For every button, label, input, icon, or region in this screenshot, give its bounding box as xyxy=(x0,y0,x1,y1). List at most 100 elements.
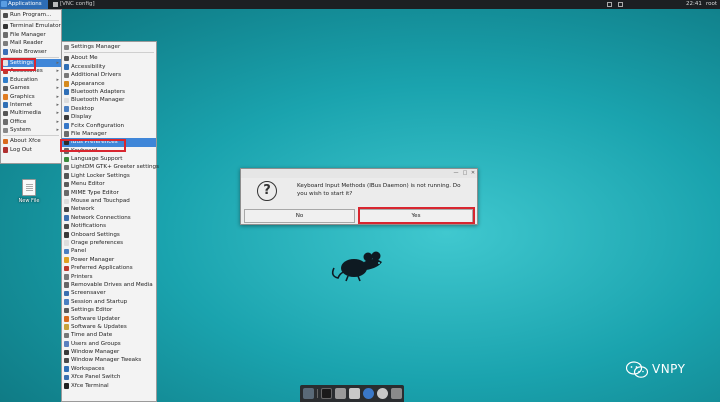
settings-item-xfce-terminal[interactable]: Xfce Terminal xyxy=(62,382,156,390)
home-icon[interactable] xyxy=(349,388,360,399)
web-browser-icon[interactable] xyxy=(363,388,374,399)
settings-item-menu-editor[interactable]: Menu Editor xyxy=(62,180,156,188)
workspace-switcher-icon[interactable] xyxy=(607,2,612,7)
network-icon[interactable] xyxy=(618,2,623,7)
menu-item-terminal-emulator[interactable]: Terminal Emulator xyxy=(1,22,61,30)
settings-item-accessibility[interactable]: Accessibility xyxy=(62,63,156,71)
settings-item-mime-type-editor[interactable]: MIME Type Editor xyxy=(62,189,156,197)
settings-item-orage-preferences[interactable]: Orage preferences xyxy=(62,239,156,247)
settings-item-settings-editor[interactable]: Settings Editor xyxy=(62,306,156,314)
question-icon: ? xyxy=(257,181,277,201)
menu-item-web-browser[interactable]: Web Browser xyxy=(1,48,61,56)
settings-item-icon xyxy=(63,72,69,79)
settings-item-time-and-date[interactable]: Time and Date xyxy=(62,331,156,339)
dialog-titlebar[interactable]: — □ ✕ xyxy=(241,169,477,178)
settings-item-workspaces[interactable]: Workspaces xyxy=(62,365,156,373)
close-icon[interactable]: ✕ xyxy=(470,170,476,176)
menu-item-log-out[interactable]: Log Out xyxy=(1,146,61,154)
run-icon xyxy=(2,12,8,18)
settings-item-software-updater[interactable]: Software Updater xyxy=(62,315,156,323)
menu-item-graphics[interactable]: Graphics ▸ xyxy=(1,93,61,101)
menu-item-internet[interactable]: Internet ▸ xyxy=(1,101,61,109)
user-menu[interactable]: root xyxy=(706,0,717,9)
search-icon[interactable] xyxy=(377,388,388,399)
menu-item-games[interactable]: Games ▸ xyxy=(1,84,61,92)
settings-item-language-support[interactable]: Language Support xyxy=(62,155,156,163)
desktop-file-icon[interactable]: New File xyxy=(14,179,44,204)
menu-item-settings-manager[interactable]: Settings Manager xyxy=(62,43,156,51)
about-icon xyxy=(2,138,8,145)
show-desktop-icon[interactable] xyxy=(303,388,314,399)
settings-item-preferred-applications[interactable]: Preferred Applications xyxy=(62,264,156,272)
menu-item-office[interactable]: Office ▸ xyxy=(1,118,61,126)
menu-item-label: Xfce Panel Switch xyxy=(71,374,121,381)
taskbar-item-vnc-config[interactable]: [VNC config] xyxy=(52,0,95,9)
maximize-icon[interactable]: □ xyxy=(462,170,468,176)
terminal-icon[interactable] xyxy=(321,388,332,399)
settings-item-file-manager[interactable]: File Manager xyxy=(62,130,156,138)
settings-item-icon xyxy=(63,282,69,288)
settings-item-network[interactable]: Network xyxy=(62,205,156,213)
settings-item-bluetooth-adapters[interactable]: Bluetooth Adapters xyxy=(62,88,156,96)
minimize-icon[interactable]: — xyxy=(453,170,459,176)
settings-item-desktop[interactable]: Desktop xyxy=(62,105,156,113)
menu-item-label: Internet xyxy=(10,101,33,108)
settings-item-display[interactable]: Display xyxy=(62,113,156,121)
menu-item-label: Session and Startup xyxy=(71,298,128,305)
settings-item-users-and-groups[interactable]: Users and Groups xyxy=(62,340,156,348)
menu-item-label: Xfce Terminal xyxy=(71,382,109,389)
globe-icon xyxy=(2,49,8,55)
menu-item-label: Education xyxy=(10,76,38,83)
menu-item-label: Multimedia xyxy=(10,110,42,117)
settings-item-software-updates[interactable]: Software & Updates xyxy=(62,323,156,331)
settings-item-window-manager-tweaks[interactable]: Window Manager Tweaks xyxy=(62,356,156,364)
submenu-arrow-icon: ▸ xyxy=(56,76,59,83)
menu-item-label: Additional Drivers xyxy=(71,72,121,79)
menu-item-mail-reader[interactable]: Mail Reader xyxy=(1,39,61,47)
menu-item-label: File Manager xyxy=(10,31,46,38)
settings-item-about-me[interactable]: About Me xyxy=(62,54,156,62)
menu-item-run-program[interactable]: Run Program... xyxy=(1,11,61,19)
settings-item-light-locker-settings[interactable]: Light Locker Settings xyxy=(62,172,156,180)
settings-item-window-manager[interactable]: Window Manager xyxy=(62,348,156,356)
window-icon xyxy=(53,2,58,7)
menu-item-file-manager[interactable]: File Manager xyxy=(1,31,61,39)
menu-item-system[interactable]: System ▸ xyxy=(1,126,61,134)
settings-item-icon xyxy=(63,64,69,70)
settings-item-notifications[interactable]: Notifications xyxy=(62,222,156,230)
settings-item-additional-drivers[interactable]: Additional Drivers xyxy=(62,71,156,79)
menu-item-label: Orage preferences xyxy=(71,239,124,246)
settings-item-printers[interactable]: Printers xyxy=(62,273,156,281)
menu-item-label: Web Browser xyxy=(10,48,47,55)
menu-item-label: Screensaver xyxy=(71,290,106,297)
settings-item-power-manager[interactable]: Power Manager xyxy=(62,256,156,264)
folder-icon[interactable] xyxy=(391,388,402,399)
settings-item-screensaver[interactable]: Screensaver xyxy=(62,289,156,297)
menu-item-multimedia[interactable]: Multimedia ▸ xyxy=(1,109,61,117)
settings-item-appearance[interactable]: Appearance xyxy=(62,80,156,88)
menu-item-label: Log Out xyxy=(10,146,32,153)
applications-menu-button[interactable]: Applications xyxy=(0,0,48,9)
settings-item-panel[interactable]: Panel xyxy=(62,247,156,255)
settings-item-network-connections[interactable]: Network Connections xyxy=(62,214,156,222)
settings-item-session-and-startup[interactable]: Session and Startup xyxy=(62,298,156,306)
no-button[interactable]: No xyxy=(244,209,355,223)
settings-item-fcitx-configuration[interactable]: Fcitx Configuration xyxy=(62,122,156,130)
settings-item-mouse-and-touchpad[interactable]: Mouse and Touchpad xyxy=(62,197,156,205)
internet-icon xyxy=(2,102,8,108)
menu-item-about-xfce[interactable]: About Xfce xyxy=(1,137,61,145)
settings-item-icon xyxy=(63,257,69,263)
clock[interactable]: 22:41 xyxy=(686,0,702,9)
settings-item-xfce-panel-switch[interactable]: Xfce Panel Switch xyxy=(62,373,156,381)
submenu-arrow-icon: ▸ xyxy=(56,101,59,108)
menu-item-label: Panel xyxy=(71,248,87,255)
settings-item-removable-drives-and-media[interactable]: Removable Drives and Media xyxy=(62,281,156,289)
settings-item-onboard-settings[interactable]: Onboard Settings xyxy=(62,231,156,239)
settings-item-bluetooth-manager[interactable]: Bluetooth Manager xyxy=(62,96,156,104)
menu-item-education[interactable]: Education ▸ xyxy=(1,76,61,84)
file-manager-icon[interactable] xyxy=(335,388,346,399)
submenu-arrow-icon: ▸ xyxy=(56,68,59,75)
settings-item-lightdm-gtk-greeter-settings[interactable]: LightDM GTK+ Greeter settings xyxy=(62,163,159,171)
menu-item-label: Removable Drives and Media xyxy=(71,281,153,288)
menu-item-label: Time and Date xyxy=(71,332,113,339)
